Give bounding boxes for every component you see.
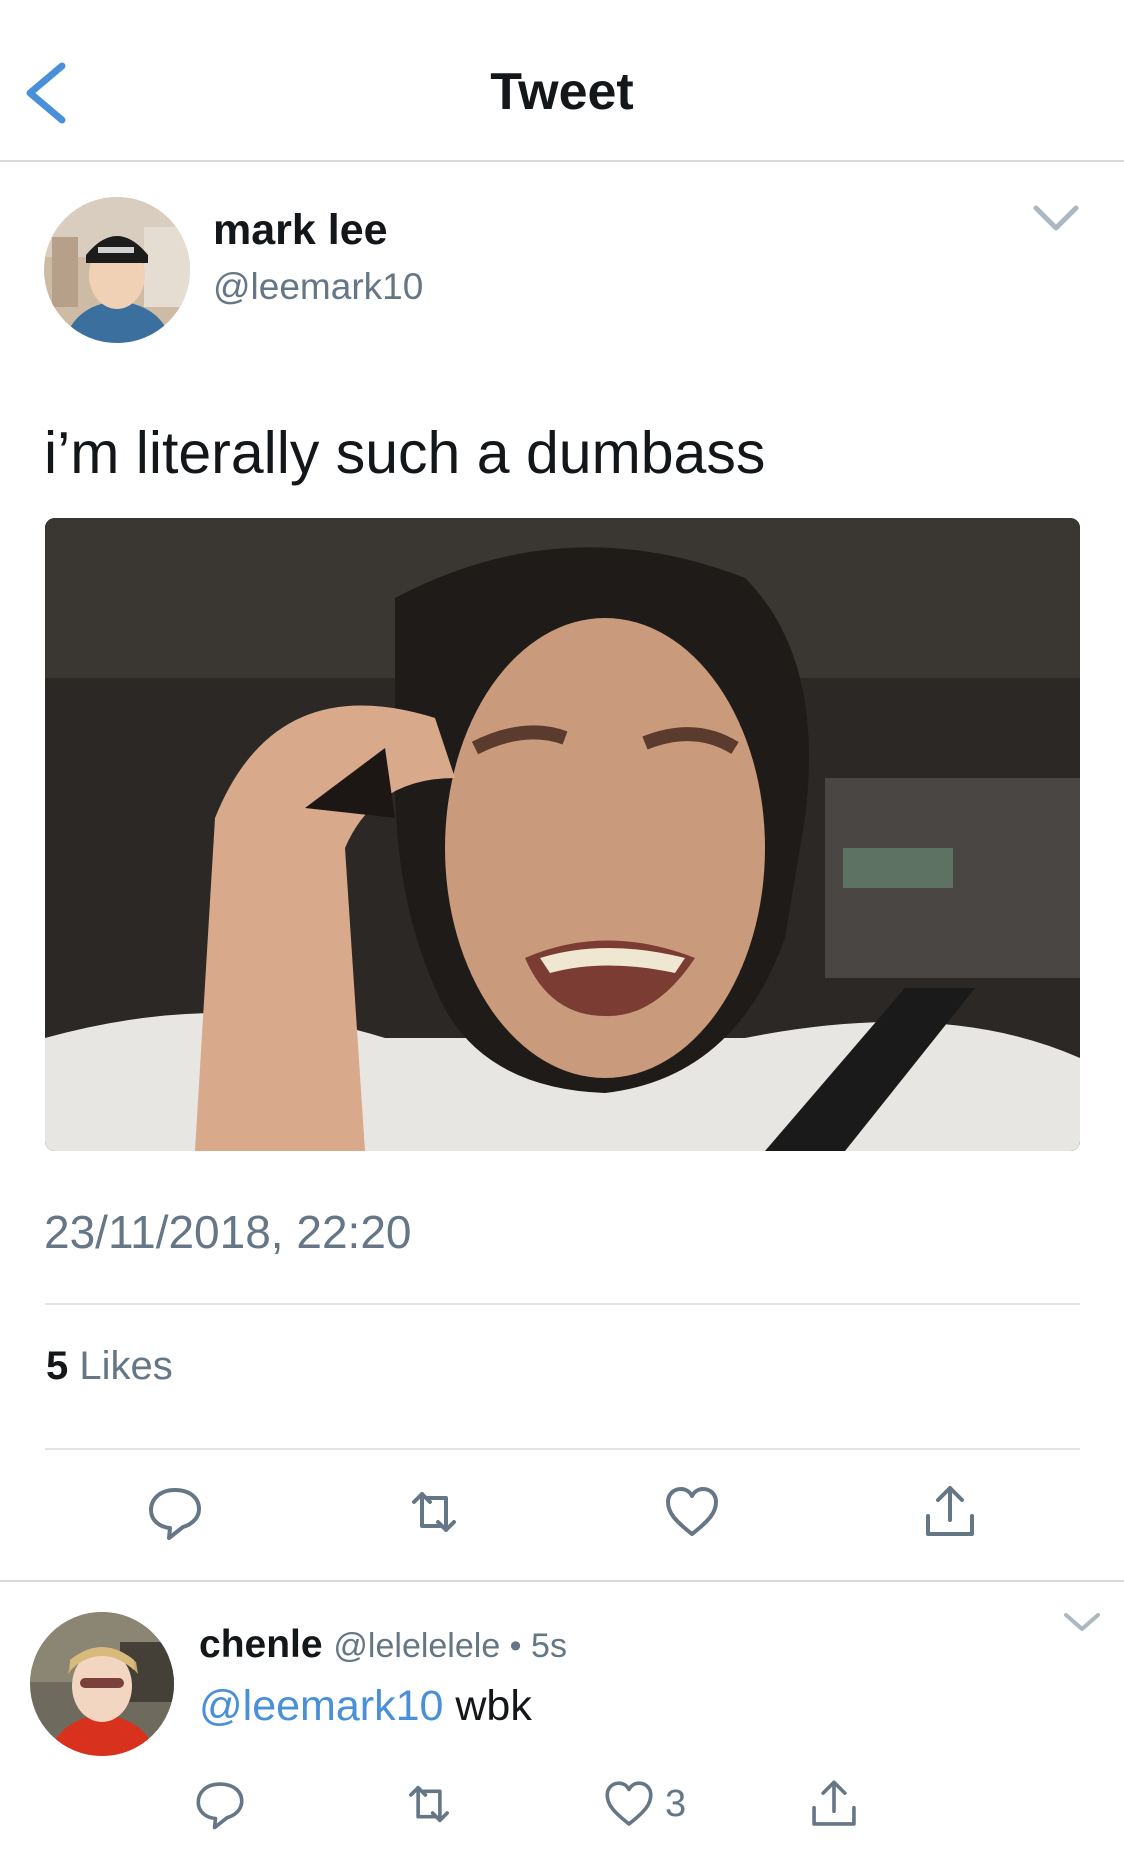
reply-like-count: 3 — [665, 1783, 687, 1825]
likes-label: Likes — [79, 1344, 173, 1388]
divider — [45, 1448, 1080, 1450]
reply-text: @leemark10 wbk — [199, 1680, 532, 1732]
retweet-icon — [412, 1492, 456, 1532]
tweet-text: i’m literally such a dumbass — [44, 420, 766, 486]
likes-summary[interactable]: 5 Likes — [46, 1342, 173, 1390]
retweet-icon — [409, 1785, 449, 1823]
reply-like-button[interactable] — [600, 1775, 658, 1833]
tweet-options-button[interactable] — [1030, 200, 1082, 236]
reply-retweet-button[interactable] — [400, 1775, 458, 1833]
like-button[interactable] — [660, 1480, 724, 1544]
likes-count: 5 — [46, 1344, 69, 1388]
mention-link[interactable]: @leemark10 — [199, 1682, 443, 1730]
reply-meta: @lelelelele • 5s — [333, 1627, 567, 1665]
reply-header: chenle @lelelelele • 5s — [199, 1620, 567, 1671]
reply-author-avatar[interactable] — [30, 1612, 174, 1756]
reply-body: wbk — [455, 1682, 532, 1730]
share-button[interactable] — [918, 1480, 982, 1544]
author-name[interactable]: mark lee — [213, 205, 388, 255]
author-handle[interactable]: @leemark10 — [213, 265, 423, 309]
like-icon — [666, 1487, 718, 1536]
share-icon — [812, 1780, 856, 1826]
reply-icon — [196, 1782, 244, 1830]
share-icon — [926, 1486, 974, 1536]
tweet-media-image[interactable] — [45, 518, 1080, 1151]
retweet-button[interactable] — [402, 1480, 466, 1544]
section-divider — [0, 1580, 1124, 1582]
reply-share-button[interactable] — [805, 1775, 863, 1833]
chevron-down-icon — [1064, 1613, 1100, 1631]
reply-button[interactable] — [143, 1480, 207, 1544]
chevron-down-icon — [1033, 205, 1079, 231]
like-icon — [605, 1781, 653, 1826]
tweet-timestamp: 23/11/2018, 22:20 — [44, 1206, 412, 1258]
author-avatar[interactable] — [44, 197, 190, 343]
page-title: Tweet — [490, 63, 634, 121]
reply-options-button[interactable] — [1060, 1607, 1104, 1637]
reply-author-name[interactable]: chenle — [199, 1623, 323, 1666]
divider — [45, 1303, 1080, 1305]
reply-icon — [149, 1488, 201, 1540]
reply-reply-button[interactable] — [191, 1775, 249, 1833]
